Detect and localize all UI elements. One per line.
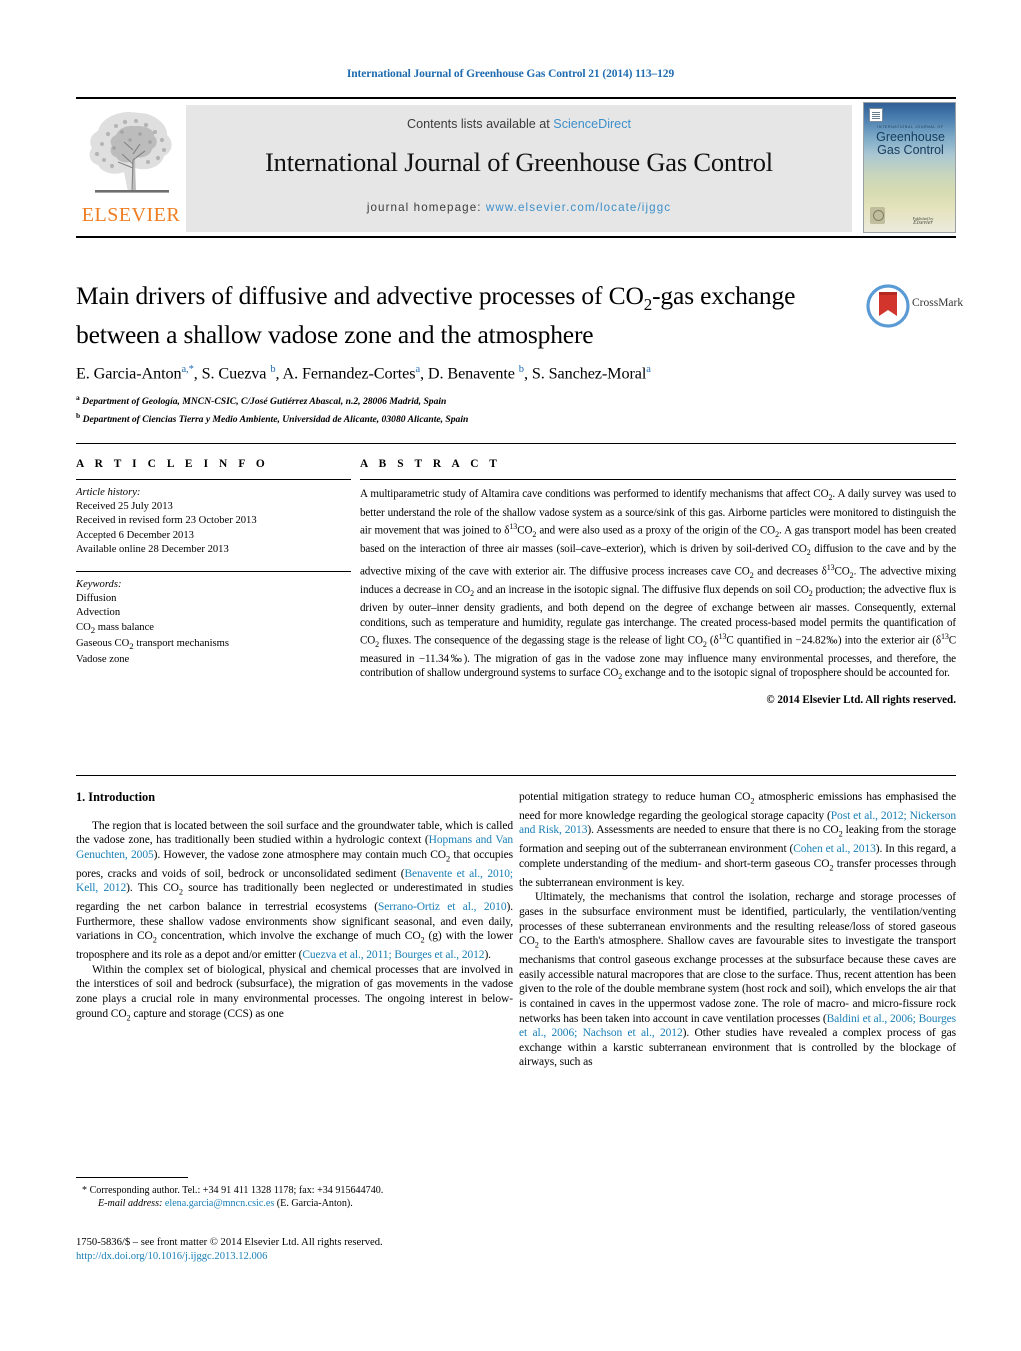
abstract-divider bbox=[360, 479, 956, 480]
journal-masthead: ELSEVIER Contents lists available at Sci… bbox=[76, 97, 956, 238]
paper-page: International Journal of Greenhouse Gas … bbox=[0, 0, 1021, 1351]
intro-paragraph-2: Within the complex set of biological, ph… bbox=[76, 963, 513, 1022]
elsevier-logo: ELSEVIER bbox=[78, 104, 184, 232]
author-name: S. Sanchez-Moral bbox=[531, 364, 647, 383]
keyword-item: CO2 mass balance bbox=[76, 621, 154, 635]
title-part-b: -gas exchange bbox=[652, 281, 796, 310]
keyword-item: Vadose zone bbox=[76, 654, 130, 666]
cover-title: Greenhouse Gas Control bbox=[864, 131, 955, 157]
frontmatter-block: 1750-5836/$ – see front matter © 2014 El… bbox=[76, 1236, 546, 1264]
cover-kicker: INTERNATIONAL JOURNAL OF bbox=[877, 125, 944, 129]
affiliation-item: b Department of Ciencias Tierra y Medio … bbox=[76, 409, 866, 426]
frontmatter-line: 1750-5836/$ – see front matter © 2014 El… bbox=[76, 1237, 383, 1248]
affiliation-mark: a bbox=[76, 393, 80, 403]
keywords-label: Keywords: bbox=[76, 579, 122, 591]
paper-title: Main drivers of diffusive and advective … bbox=[76, 281, 866, 350]
introduction-left-column: 1. Introduction The region that is locat… bbox=[76, 790, 513, 1026]
cover-publisher: Published by Elsevier bbox=[899, 216, 947, 226]
author-affil-mark[interactable]: b bbox=[519, 364, 524, 375]
running-head: International Journal of Greenhouse Gas … bbox=[346, 68, 675, 80]
journal-homepage-link[interactable]: www.elsevier.com/locate/ijggc bbox=[486, 201, 671, 214]
abstract-text: A multiparametric study of Altamira cave… bbox=[360, 488, 957, 682]
keyword-item: Gaseous CO2 transport mechanisms bbox=[76, 637, 230, 652]
affiliation-item: a Department of Geología, MNCN-CSIC, C/J… bbox=[76, 391, 866, 408]
keyword-item: Diffusion bbox=[76, 593, 117, 605]
contents-available-line: Contents lists available at ScienceDirec… bbox=[186, 117, 852, 131]
affiliation-text: Department of Geología, MNCN-CSIC, C/Jos… bbox=[82, 396, 447, 408]
author-name: D. Benavente bbox=[427, 364, 515, 383]
keyword-item: Advection bbox=[76, 607, 121, 619]
cover-title-line2: Gas Control bbox=[877, 143, 944, 157]
corresponding-author-note: * Corresponding author. Tel.: +34 91 411… bbox=[82, 1185, 384, 1196]
author-name: E. Garcia-Anton bbox=[76, 364, 182, 383]
cover-publisher-name: Elsevier bbox=[913, 220, 933, 226]
journal-cover-thumbnail: INTERNATIONAL JOURNAL OF Greenhouse Gas … bbox=[863, 102, 956, 233]
cover-elsevier-icon bbox=[869, 108, 883, 122]
footnote-divider bbox=[76, 1177, 188, 1178]
author-affil-mark[interactable]: a bbox=[646, 364, 651, 375]
email-link[interactable]: elena.garcia@mncn.csic.es bbox=[165, 1198, 274, 1209]
crossmark-badge[interactable]: CrossMark bbox=[866, 284, 963, 328]
title-subscript: 2 bbox=[643, 295, 653, 315]
doi-link[interactable]: http://dx.doi.org/10.1016/j.ijggc.2013.1… bbox=[76, 1250, 546, 1264]
sciencedirect-link[interactable]: ScienceDirect bbox=[553, 117, 631, 131]
divider-above-article-info bbox=[76, 443, 956, 444]
introduction-right-column: potential mitigation strategy to reduce … bbox=[519, 790, 956, 1070]
author-name: S. Cuezva bbox=[201, 364, 267, 383]
footnote-block: * Corresponding author. Tel.: +34 91 411… bbox=[76, 1184, 513, 1210]
keywords-divider bbox=[76, 571, 351, 573]
intro-paragraph-4: Ultimately, the mechanisms that control … bbox=[519, 891, 956, 1069]
history-item: Received in revised form 23 October 2013 bbox=[76, 515, 257, 527]
article-history-block: Article history: Received 25 July 2013 R… bbox=[76, 486, 351, 557]
email-note: E-mail address: elena.garcia@mncn.csic.e… bbox=[76, 1197, 513, 1210]
crossmark-icon bbox=[866, 284, 910, 328]
article-history-label: Article history: bbox=[76, 487, 141, 498]
author-affil-mark[interactable]: a bbox=[415, 364, 420, 375]
abstract-section: A B S T R A C T A multiparametric study … bbox=[360, 458, 956, 706]
affiliation-list: a Department of Geología, MNCN-CSIC, C/J… bbox=[76, 391, 866, 425]
history-item: Available online 28 December 2013 bbox=[76, 543, 229, 555]
affiliation-text: Department of Ciencias Tierra y Medio Am… bbox=[82, 413, 469, 425]
email-label: E-mail address: bbox=[98, 1198, 163, 1210]
journal-homepage-line: journal homepage: www.elsevier.com/locat… bbox=[186, 201, 852, 214]
article-info-divider bbox=[76, 479, 351, 480]
author-list: E. Garcia-Antona,*, S. Cuezva b, A. Fern… bbox=[76, 364, 651, 383]
affiliation-mark: b bbox=[76, 410, 81, 420]
article-info-section: A R T I C L E I N F O Article history: R… bbox=[76, 458, 351, 667]
cover-seal-icon bbox=[870, 207, 885, 224]
title-block: Main drivers of diffusive and advective … bbox=[76, 281, 866, 426]
article-info-heading: A R T I C L E I N F O bbox=[76, 458, 269, 470]
author-name: A. Fernandez-Cortes bbox=[282, 364, 416, 383]
masthead-band: Contents lists available at ScienceDirec… bbox=[186, 105, 852, 232]
history-item: Accepted 6 December 2013 bbox=[76, 529, 194, 541]
title-line-2: between a shallow vadose zone and the at… bbox=[76, 320, 594, 350]
title-part-a: Main drivers of diffusive and advective … bbox=[76, 281, 644, 310]
intro-paragraph-1: The region that is located between the s… bbox=[76, 819, 514, 962]
crossmark-label: CrossMark bbox=[912, 297, 964, 309]
author-affil-mark[interactable]: b bbox=[270, 364, 275, 375]
intro-paragraph-3: potential mitigation strategy to reduce … bbox=[519, 791, 956, 889]
divider-below-abstract bbox=[76, 775, 956, 776]
elsevier-wordmark: ELSEVIER bbox=[81, 204, 181, 226]
introduction-heading: 1. Introduction bbox=[76, 790, 156, 804]
email-suffix: (E. Garcia-Anton). bbox=[276, 1198, 353, 1210]
keywords-block: Keywords: Diffusion Advection CO2 mass b… bbox=[76, 571, 351, 667]
author-affil-mark[interactable]: a,* bbox=[181, 364, 193, 375]
abstract-heading: A B S T R A C T bbox=[360, 458, 501, 470]
contents-prefix: Contents lists available at bbox=[406, 117, 554, 131]
history-item: Received 25 July 2013 bbox=[76, 501, 173, 513]
abstract-copyright: © 2014 Elsevier Ltd. All rights reserved… bbox=[766, 693, 956, 706]
homepage-prefix: journal homepage: bbox=[366, 201, 486, 214]
journal-title: International Journal of Greenhouse Gas … bbox=[265, 147, 773, 177]
